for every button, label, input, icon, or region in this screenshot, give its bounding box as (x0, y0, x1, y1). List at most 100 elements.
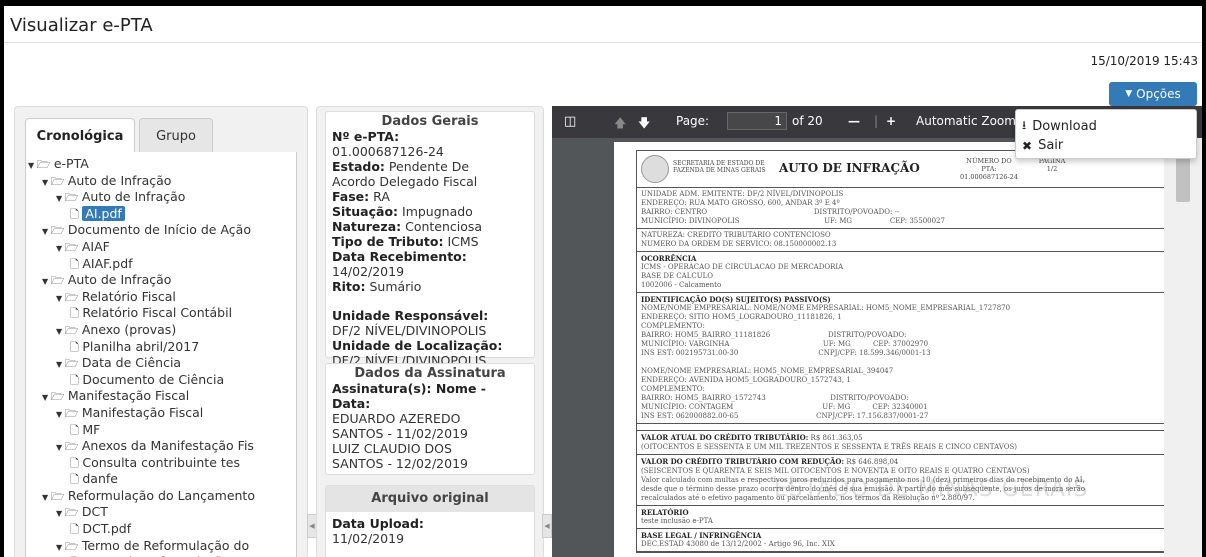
doc-valor-reducao-desc-line: recalculados até o efetivo pagamento ou … (641, 494, 975, 502)
tree-node-label: Auto de Infração (67, 272, 172, 288)
tree-node-label: Relatório Fiscal (81, 288, 176, 304)
caret-down-icon[interactable]: ▼ (56, 327, 65, 336)
rito-value: Sumário (365, 279, 422, 294)
folder-open-icon: 🗁 (64, 506, 82, 520)
tree-folder-node[interactable]: ▼ 🗁 Manifestação Fiscal (28, 388, 255, 405)
caret-down-icon[interactable]: ▼ (56, 443, 65, 452)
tree-node-label: DCT (81, 504, 108, 520)
caret-down-icon[interactable]: ▼ (56, 410, 65, 419)
tree-folder-node[interactable]: ▼ 🗁 e-PTA (28, 156, 255, 173)
folder-open-icon: 🗁 (64, 539, 82, 553)
doc-sujeito-line: MUNICÍPIO: VARGINHA UF: MG CEP: 37002970 (641, 340, 929, 348)
tree-node-label: AI.pdf (82, 205, 125, 221)
doc-num-pta-label: NÚMERO DO PTA: (966, 157, 1012, 173)
doc-valor-reducao-label: VALOR DO CRÉDITO TRIBUTÁRIO COM REDUÇÃO: (641, 457, 845, 466)
tree-node-label: Relatório Fiscal Contábil (82, 305, 233, 321)
tree-folder-node[interactable]: ▼ 🗁 Anexo (provas) (28, 322, 255, 339)
tree-file-node[interactable]: 🗋 Documento de Ciência (28, 372, 255, 389)
caret-down-icon[interactable]: ▼ (56, 294, 65, 303)
tab-cronologica[interactable]: Cronológica (25, 118, 135, 154)
state-seal-icon (641, 155, 669, 183)
folder-open-icon: 🗁 (64, 357, 82, 371)
fase-label: Fase: (332, 189, 370, 204)
caret-down-icon[interactable]: ▼ (56, 244, 65, 253)
menu-item-download[interactable]: ⭳ Download (1022, 116, 1097, 137)
folder-open-icon: 🗁 (64, 191, 82, 205)
pdf-scrollbar[interactable] (1164, 138, 1202, 557)
caret-down-icon[interactable]: ▼ (42, 227, 51, 236)
num-value: 01.000687126-24 (332, 144, 444, 159)
caret-down-icon[interactable]: ▼ (56, 543, 65, 552)
data-recebimento-label: Data Recebimento: (332, 249, 467, 264)
tree-folder-node[interactable]: ▼ 🗁 DCT (28, 504, 255, 521)
tree-file-node[interactable]: 🗋 danfe (28, 471, 255, 488)
tree-folder-node[interactable]: ▼ 🗁 Data de Ciência (28, 355, 255, 372)
tree-folder-node[interactable]: ▼ 🗁 Anexos da Manifestação Fis (28, 438, 255, 455)
folder-open-icon: 🗁 (64, 406, 82, 420)
tree-tabs: Cronológica Grupo (25, 118, 295, 154)
tree-folder-node[interactable]: ▼ 🗁 Relatório Fiscal (28, 289, 255, 306)
tree-node-label: e-PTA (53, 156, 89, 171)
tree-node-label: Auto de Infração (67, 172, 172, 188)
doc-valor-atual-ext: (OITOCENTOS E SESSENTA E UM MIL TREZENTO… (641, 443, 1017, 451)
tree-folder-node[interactable]: ▼ 🗁 Documento de Início de Ação (28, 222, 255, 239)
caret-down-icon[interactable]: ▼ (56, 360, 65, 369)
tree-file-node[interactable]: 🗋 Relatório Fiscal Contábil (28, 305, 255, 322)
tree-file-node[interactable]: 🗋 MF (28, 422, 255, 439)
caret-down-icon[interactable]: ▼ (42, 393, 51, 402)
tree-file-node[interactable]: 🗋 Planilha abril/2017 (28, 339, 255, 356)
tree-folder-node[interactable]: ▼ 🗁 Termo de Reformulação do (28, 538, 255, 555)
pdf-scrollbar-thumb[interactable] (1176, 154, 1190, 202)
tree-file-node[interactable]: 🗋 DCT.pdf (28, 521, 255, 538)
pdf-viewer: ◫ 🡅 🡇 Page: 1 of 20 — | + Automatic Zoom… (552, 106, 1202, 557)
tree-folder-node[interactable]: ▼ 🗁 Reformulação do Lançamento (28, 488, 255, 505)
caret-down-icon[interactable]: ▼ (42, 178, 51, 187)
doc-sujeito-line: COMPLEMENTO: (641, 322, 705, 330)
tree-node-label: MF (82, 421, 101, 437)
tab-grupo[interactable]: Grupo (139, 118, 213, 153)
tree-folder-node[interactable]: ▼ 🗁 Manifestação Fiscal (28, 405, 255, 422)
tree-folder-node[interactable]: ▼ 🗁 AIAF (28, 239, 255, 256)
caret-down-icon[interactable]: ▼ (28, 161, 37, 170)
caret-down-icon[interactable]: ▼ (42, 277, 51, 286)
tree-folder-node[interactable]: ▼ 🗁 Auto de Infração (28, 173, 255, 190)
assinatura-data-label: Data: (332, 396, 371, 411)
caret-down-icon[interactable]: ▼ (42, 493, 51, 502)
tree-file-node[interactable]: 🗋 AIAF.pdf (28, 256, 255, 273)
unidade-responsavel-value: DF/2 NÍVEL/DIVINOPOLIS (332, 323, 487, 338)
pdf-page: ESTADO DE MINAS GERAIS SECRETARIA DE EST… (614, 142, 1186, 557)
file-icon: 🗋 (70, 340, 83, 354)
rito-label: Rito: (332, 279, 366, 294)
arrow-down-icon[interactable]: 🡇 (638, 114, 650, 135)
tree-node-label: Auto de Infração (81, 189, 186, 205)
collapse-mid-handle[interactable]: ◀ (542, 514, 552, 538)
sidebar-toggle-icon[interactable]: ◫ (564, 114, 576, 129)
file-icon: 🗋 (70, 523, 83, 537)
arquivo-original-header: Arquivo original (326, 486, 534, 512)
doc-sujeito-line: COMPLEMENTO: (641, 385, 705, 393)
zoom-in-icon[interactable]: + (886, 114, 896, 128)
page-number-input[interactable]: 1 (727, 112, 787, 130)
tree-node-label: Planilha abril/2017 (82, 338, 200, 354)
tree-node-label: AIAF (81, 238, 110, 254)
caret-down-icon[interactable]: ▼ (56, 509, 65, 518)
dados-assinatura-card: Dados da Assinatura Assinatura(s): Nome … (325, 363, 535, 475)
datetime-label: 15/10/2019 15:43 (1090, 54, 1198, 68)
tree-file-node[interactable]: 🗋 Consulta contribuinte tes (28, 455, 255, 472)
assinatura-label: Assinatura(s): Nome - (332, 381, 486, 396)
arrow-up-icon[interactable]: 🡅 (614, 114, 626, 135)
folder-open-icon: 🗁 (36, 158, 54, 171)
doc-sujeito-line: NOME/NOME EMPRESARIAL: NOME/NOME EMPRESA… (641, 304, 1011, 312)
signature-2-name: LUIZ CLAUDIO DOS (332, 441, 452, 456)
options-button[interactable]: ▼ Opções (1109, 82, 1197, 106)
tipo-tributo-value: ICMS (443, 234, 479, 249)
doc-sujeito-title: IDENTIFICAÇÃO DO(S) SUJEITO(S) PASSIVO(S… (641, 295, 831, 304)
tree-file-node[interactable]: 🗋 AI.pdf (28, 205, 255, 223)
tree-folder-node[interactable]: ▼ 🗁 Auto de Infração (28, 189, 255, 206)
zoom-select[interactable]: Automatic Zoom (916, 114, 1016, 128)
tree-folder-node[interactable]: ▼ 🗁 Auto de Infração (28, 272, 255, 289)
caret-down-icon[interactable]: ▼ (56, 194, 65, 203)
doc-relatorio: RELATÓRIO teste inclusão e-PTA (637, 506, 1186, 529)
menu-item-exit[interactable]: ✖ Sair (1022, 138, 1063, 153)
zoom-out-icon[interactable]: — (848, 114, 860, 128)
